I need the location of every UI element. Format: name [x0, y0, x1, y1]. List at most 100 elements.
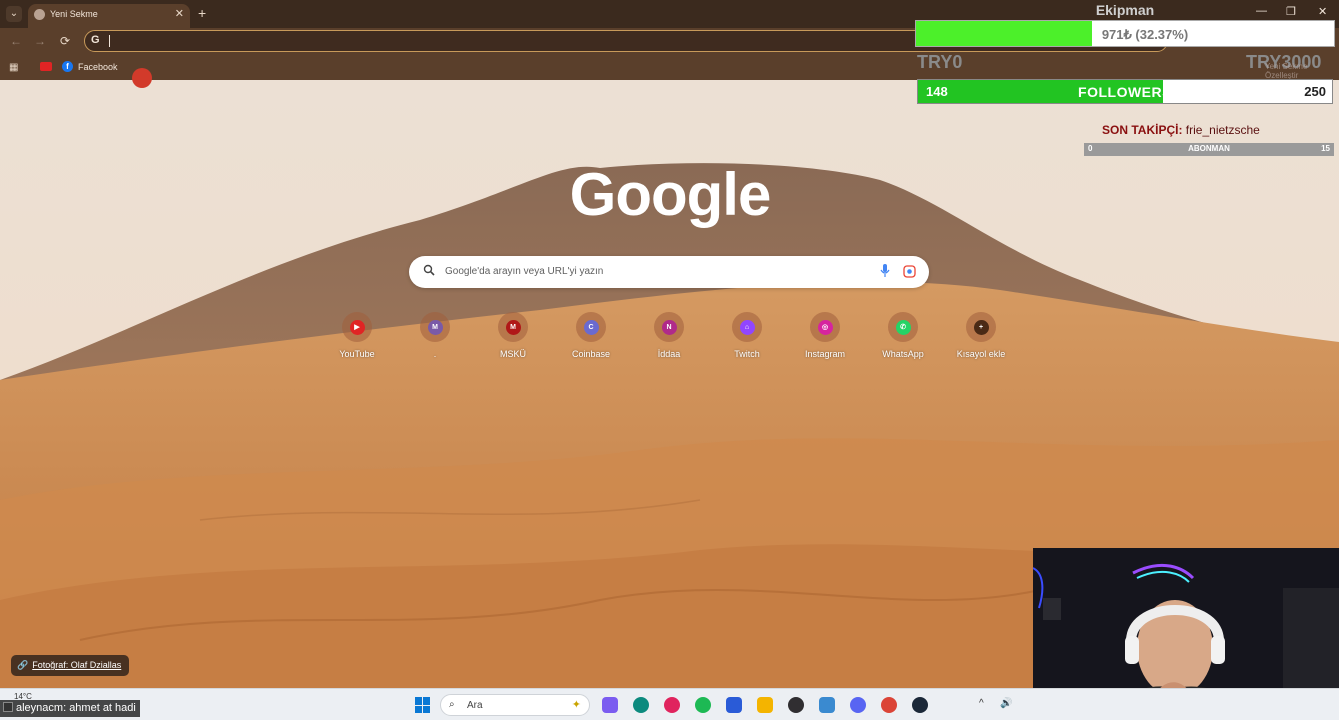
shortcut-circle: C [576, 312, 606, 342]
abonman-goal-bar: 0 ABONMAN 15 [1084, 143, 1334, 156]
network-app-icon[interactable] [819, 697, 835, 713]
abonman-max: 15 [1321, 144, 1330, 153]
windows-taskbar: 14°C ⌕ Ara ✦ ^ 🔊 [0, 688, 1339, 720]
shortcut-icon: C [583, 319, 599, 335]
bookmark-facebook-label[interactable]: Facebook [78, 62, 118, 72]
shortcut-circle: ⌂ [732, 312, 762, 342]
tab-new-tab[interactable]: Yeni Sekme ✕ [28, 4, 190, 28]
chat-text: : ahmet at hadi [63, 702, 136, 714]
google-search-box[interactable]: Google'da arayın veya URL'yi yazın [409, 256, 929, 288]
shortcut-circle: ◎ [810, 312, 840, 342]
windows-start-icon[interactable] [415, 697, 431, 713]
obs-icon[interactable] [788, 697, 804, 713]
minimize-button[interactable]: — [1256, 5, 1267, 17]
shortcut-icon: M [427, 319, 443, 335]
spotify-icon[interactable] [695, 697, 711, 713]
latest-follower-label: SON TAKİPÇİ: [1102, 123, 1183, 137]
shortcut-tile[interactable]: ⌂ Twitch [712, 312, 782, 359]
shortcut-icon: + [973, 319, 989, 335]
bookmarks-bar: ▦ f Facebook [0, 56, 1339, 80]
chrome-favicon-icon [34, 9, 45, 20]
discord-icon[interactable] [850, 697, 866, 713]
sparkle-icon: ✦ [571, 699, 581, 711]
shortcut-tile[interactable]: M MSKÜ [478, 312, 548, 359]
back-button[interactable]: ← [10, 34, 22, 48]
link-icon: 🔗 [17, 660, 29, 670]
text-cursor [109, 35, 110, 47]
search-icon: ⌕ [449, 699, 455, 710]
forward-button[interactable]: → [34, 34, 46, 48]
steam-icon[interactable] [912, 697, 928, 713]
google-lens-icon[interactable] [903, 265, 916, 278]
shortcut-tile[interactable]: ▶ YouTube [322, 312, 392, 359]
shortcut-label: WhatsApp [882, 349, 924, 359]
facebook-icon[interactable]: f [62, 61, 73, 72]
chat-username: aleynacm [16, 702, 64, 714]
shortcut-circle: N [654, 312, 684, 342]
tray-chevron-icon[interactable]: ^ [979, 698, 984, 709]
media-player-icon[interactable] [664, 697, 680, 713]
photo-credit-link[interactable]: 🔗 Fotoğraf: Olaf Dziallas [11, 655, 130, 676]
followers-max: 250 [1304, 84, 1326, 99]
shortcut-circle: + [966, 312, 996, 342]
stream-chat-message: aleynacm: ahmet at hadi [0, 700, 140, 717]
search-icon [423, 264, 435, 276]
shortcut-label: YouTube [339, 349, 375, 359]
shortcut-tile[interactable]: M. [400, 312, 470, 359]
abonman-label: ABONMAN [1188, 144, 1230, 153]
shortcut-icon: ◎ [817, 319, 833, 335]
tab-close-button[interactable]: ✕ [175, 7, 184, 20]
followers-label: FOLLOWERS [1078, 84, 1172, 100]
chrome-icon[interactable] [881, 697, 897, 713]
shortcut-icon: ✆ [895, 319, 911, 335]
followers-current: 148 [926, 84, 948, 99]
shortcut-label: Coinbase [571, 349, 611, 359]
shortcut-circle: ▶ [342, 312, 372, 342]
edge-icon[interactable] [633, 697, 649, 713]
taskbar-search-box[interactable]: ⌕ Ara ✦ [440, 694, 590, 716]
ekipman-goal-text: 971₺ (32.37%) [1101, 27, 1189, 42]
shortcut-label: . [433, 349, 437, 359]
shortcut-tile[interactable]: ✆ WhatsApp [868, 312, 938, 359]
volume-icon[interactable]: 🔊 [1000, 698, 1012, 709]
latest-follower-name: frie_nietzsche [1185, 123, 1260, 137]
shortcut-icon: M [505, 319, 521, 335]
shortcut-icon: ▶ [349, 319, 365, 335]
tab-title: Yeni Sekme [50, 9, 98, 19]
shortcut-label: İddaa [657, 349, 681, 359]
tab-search-button[interactable]: ⌄ [6, 6, 22, 22]
shortcut-circle: M [420, 312, 450, 342]
shortcut-tile[interactable]: + Kısayol ekle [946, 312, 1016, 359]
youtube-icon[interactable] [40, 62, 52, 71]
shortcut-circle: ✆ [888, 312, 918, 342]
ekipman-goal-title: Ekipman [1095, 2, 1155, 18]
latest-follower: SON TAKİPÇİ: frie_nietzsche [1102, 123, 1260, 137]
search-placeholder: Google'da arayın veya URL'yi yazın [445, 266, 604, 277]
copilot-icon[interactable] [602, 697, 618, 713]
shortcut-label: Kısayol ekle [956, 349, 1006, 359]
window-close-button[interactable]: ✕ [1318, 5, 1327, 18]
shortcut-icon: N [661, 319, 677, 335]
shortcut-label: Instagram [804, 349, 846, 359]
reload-button[interactable]: ⟳ [60, 34, 70, 48]
goal-min-label: TRY0 [917, 52, 963, 72]
store-icon[interactable] [726, 697, 742, 713]
shortcut-label: Twitch [734, 349, 760, 359]
shortcut-icon: ⌂ [739, 319, 755, 335]
file-explorer-icon[interactable] [757, 697, 773, 713]
taskbar-search-label: Ara [467, 700, 483, 711]
microphone-icon[interactable] [880, 264, 890, 278]
new-tab-button[interactable]: + [198, 5, 206, 21]
customize-chrome-link[interactable]: Yeni Sekme Özelleştir [1265, 62, 1339, 80]
chat-badge-icon [3, 702, 13, 712]
google-logo: Google [569, 161, 772, 228]
shortcut-circle: M [498, 312, 528, 342]
followers-goal-bar: FOLLOWERS 148 250 [917, 79, 1333, 104]
apps-grid-icon[interactable]: ▦ [9, 62, 18, 73]
photo-credit-text: Fotoğraf: Olaf Dziallas [32, 660, 122, 670]
mouse-cursor-icon [132, 68, 152, 88]
restore-button[interactable]: ❐ [1286, 5, 1296, 18]
shortcut-tile[interactable]: ◎ Instagram [790, 312, 860, 359]
shortcut-tile[interactable]: C Coinbase [556, 312, 626, 359]
shortcut-tile[interactable]: N İddaa [634, 312, 704, 359]
